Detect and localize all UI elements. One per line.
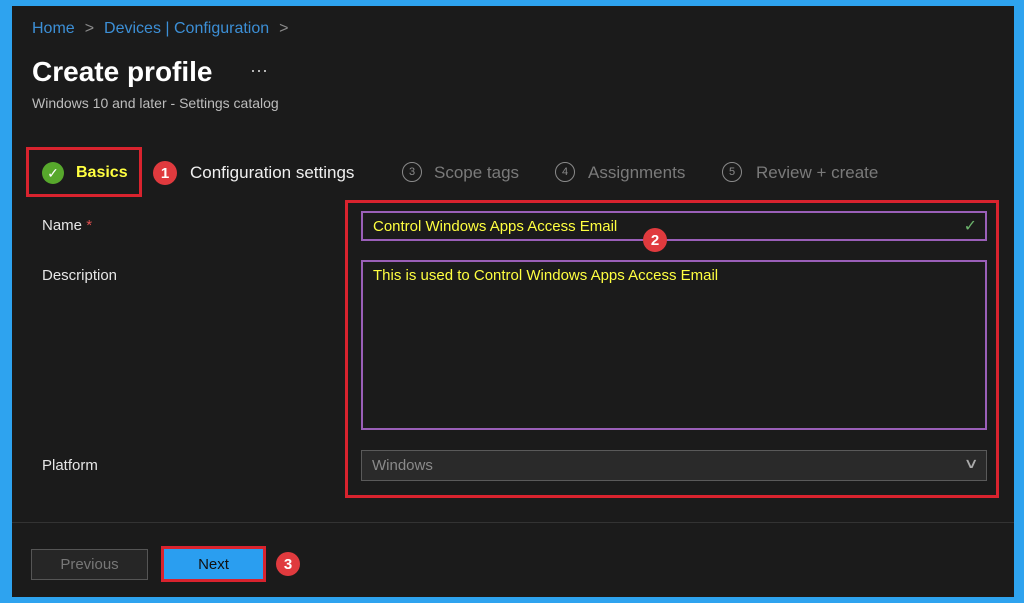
platform-value: Windows [372,457,433,474]
step-number-icon: 5 [722,162,742,182]
chevron-right-icon: > [85,20,94,38]
divider [12,522,1014,523]
name-label: Name * [42,217,92,234]
step-number-icon: 3 [402,162,422,182]
tab-basics[interactable]: Basics [76,164,128,182]
breadcrumb-devices-configuration[interactable]: Devices | Configuration [104,20,269,38]
annotation-badge-3: 3 [276,552,300,576]
chevron-right-icon: > [279,20,288,38]
annotation-badge-2: 2 [643,228,667,252]
name-input[interactable]: Control Windows Apps Access Email ✓ [361,211,987,241]
step-number-icon: 4 [555,162,575,182]
next-button[interactable]: Next [161,546,266,582]
breadcrumb-home[interactable]: Home [32,20,75,38]
tab-scope-tags[interactable]: Scope tags [434,163,519,183]
tab-review-create[interactable]: Review + create [756,163,878,183]
description-textarea[interactable]: This is used to Control Windows Apps Acc… [361,260,987,430]
name-value: Control Windows Apps Access Email [373,218,617,235]
tab-assignments[interactable]: Assignments [588,163,685,183]
platform-label: Platform [42,457,98,474]
platform-select[interactable]: Windows ∨ [361,450,987,481]
breadcrumb: Home > Devices | Configuration > [32,20,289,38]
page-title: Create profile [32,56,213,88]
description-label: Description [42,267,117,284]
chevron-down-icon: ∨ [963,455,978,472]
check-icon: ✓ [964,216,977,236]
previous-button[interactable]: Previous [31,549,148,580]
checkmark-circle-icon: ✓ [42,162,64,184]
annotation-badge-1: 1 [153,161,177,185]
page-subtitle: Windows 10 and later - Settings catalog [32,95,279,111]
more-options-icon[interactable]: ··· [250,60,268,81]
tab-configuration-settings[interactable]: Configuration settings [190,163,354,183]
required-indicator: * [86,217,92,234]
